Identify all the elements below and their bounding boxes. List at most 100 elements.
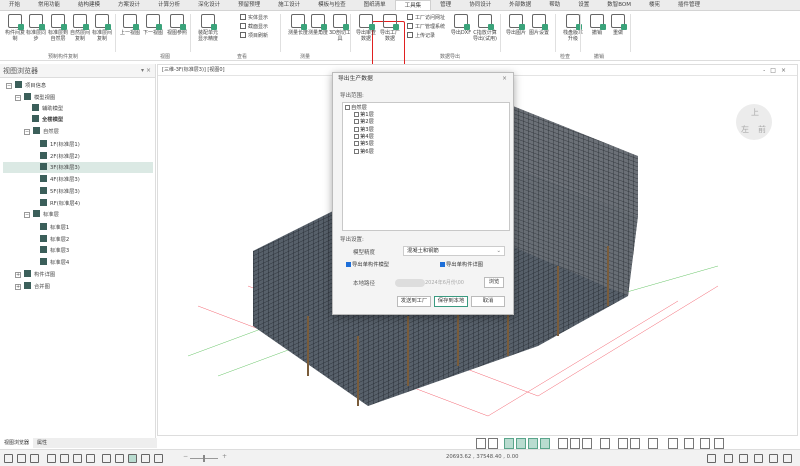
checkbox[interactable] xyxy=(345,105,350,110)
tab-properties[interactable]: 属性 xyxy=(33,438,51,448)
ribbon-small-button[interactable]: 工厂访问网址 xyxy=(407,14,445,22)
view-tool-button[interactable] xyxy=(684,438,694,449)
tab-menu[interactable]: 数智BOM xyxy=(598,0,640,10)
ribbon-button[interactable]: 标准层到自然层 xyxy=(46,14,70,42)
expand-toggle-icon[interactable]: − xyxy=(24,212,30,218)
tab-menu[interactable]: 模板与检查 xyxy=(309,0,355,10)
window-controls[interactable]: -□× xyxy=(763,65,791,76)
floor-checkbox-root[interactable]: 自然层 xyxy=(345,105,367,112)
floor-checkbox[interactable]: 第4层 xyxy=(354,133,374,141)
close-icon[interactable]: × xyxy=(146,67,151,74)
tab-menu[interactable]: 协同设计 xyxy=(460,0,500,10)
snap-tool-icon[interactable] xyxy=(739,454,748,463)
view-tool-button[interactable] xyxy=(630,438,640,449)
view-tool-button[interactable] xyxy=(648,438,658,449)
tree-node[interactable]: + 构件详图 xyxy=(15,270,55,281)
view-tool-button[interactable] xyxy=(618,438,628,449)
toolbar-icon[interactable] xyxy=(73,454,82,463)
snap-tool-icon[interactable] xyxy=(783,454,792,463)
ribbon-button[interactable]: C指放计算导出(试用) xyxy=(473,14,497,42)
tab-menu[interactable]: 管理 xyxy=(431,0,460,10)
zoom-in-button[interactable]: + xyxy=(222,453,227,460)
checkbox[interactable] xyxy=(354,133,359,139)
ribbon-button[interactable]: 图片设置 xyxy=(527,14,551,36)
precision-select[interactable]: 混凝土和钢筋 ⌄ xyxy=(403,246,505,256)
snap-tool-icon[interactable] xyxy=(707,454,716,463)
view-tool-button[interactable] xyxy=(540,438,550,449)
ribbon-button[interactable]: 导出DXF xyxy=(449,14,473,36)
ribbon-button[interactable]: 栈盘版本升级 xyxy=(561,14,585,42)
ribbon-button[interactable]: 标准层同步 xyxy=(24,14,48,42)
ribbon-small-button[interactable]: 截面显示 xyxy=(240,23,268,31)
floor-checkbox[interactable]: 第5层 xyxy=(354,141,374,148)
tree-node[interactable]: 标准层3 xyxy=(40,246,69,257)
tab-menu[interactable]: 工具集 xyxy=(394,0,432,10)
checkbox[interactable] xyxy=(354,112,359,117)
expand-toggle-icon[interactable]: − xyxy=(15,95,21,101)
ribbon-button[interactable]: 3D剖切工具 xyxy=(328,14,352,42)
floor-checkbox[interactable]: 第2层 xyxy=(354,119,374,126)
toolbar-icon[interactable] xyxy=(128,454,137,463)
toolbar-icon[interactable] xyxy=(154,454,163,463)
tree-node[interactable]: − 标准层 xyxy=(24,210,59,221)
tree-node[interactable]: 辅助模型 xyxy=(32,104,63,115)
zoom-out-button[interactable]: − xyxy=(183,453,188,460)
tree-node[interactable]: 1F(标准层1) xyxy=(40,140,80,151)
ribbon-button[interactable]: 上一视图 xyxy=(118,14,142,36)
tab-menu[interactable]: 图纸清单 xyxy=(355,0,395,10)
zoom-slider[interactable] xyxy=(190,455,218,462)
toolbar-icon[interactable] xyxy=(4,454,13,463)
tree-node[interactable]: 标准层4 xyxy=(40,258,69,269)
expand-toggle-icon[interactable]: + xyxy=(15,272,21,278)
view-tool-button[interactable] xyxy=(528,438,538,449)
view-tool-button[interactable] xyxy=(668,438,678,449)
tree-node[interactable]: 2F(标准层2) xyxy=(40,151,80,163)
tree-node[interactable]: − 项目信息 xyxy=(6,81,46,92)
view-tool-button[interactable] xyxy=(558,438,568,449)
tab-menu[interactable]: 设置 xyxy=(569,0,598,10)
ribbon-small-button[interactable]: 工厂管理系统 xyxy=(407,23,445,31)
view-tool-button[interactable] xyxy=(600,438,610,449)
ribbon-button[interactable]: 导出审查数据 xyxy=(354,14,378,42)
pin-icon[interactable]: ▾ xyxy=(141,67,144,74)
toolbar-icon[interactable] xyxy=(60,454,69,463)
tab-menu[interactable]: 楼宪 xyxy=(640,0,669,10)
tree-node[interactable]: 全楼模型 xyxy=(32,115,63,126)
tab-menu[interactable]: 常用功能 xyxy=(29,0,69,10)
tree-node[interactable]: − 模型视图 xyxy=(15,93,55,104)
export-model-checkbox[interactable]: 导出单构件模型 xyxy=(346,262,389,269)
close-icon[interactable]: × xyxy=(502,73,507,86)
floor-checkbox[interactable]: 第1层 xyxy=(354,112,374,119)
send-to-factory-button[interactable]: 发送到工厂 xyxy=(397,296,431,307)
path-input[interactable]: 2024年6月份\00 xyxy=(425,279,464,286)
ribbon-button[interactable]: 导出工厂数据 xyxy=(378,14,402,42)
view-tool-button[interactable] xyxy=(488,438,498,449)
tab-menu[interactable]: 施工设计 xyxy=(269,0,309,10)
tree-node[interactable]: 标准层1 xyxy=(40,223,69,234)
ribbon-button[interactable]: 自然层间复制 xyxy=(68,14,92,42)
toolbar-icon[interactable] xyxy=(141,454,150,463)
cancel-button[interactable]: 取消 xyxy=(471,296,505,307)
tab-menu[interactable]: 外部数据 xyxy=(500,0,540,10)
ribbon-button[interactable]: 重做 xyxy=(606,14,630,36)
view-tool-button[interactable] xyxy=(570,438,580,449)
tab-menu[interactable]: 插件管理 xyxy=(669,0,709,10)
floor-checkbox[interactable]: 第6层 xyxy=(354,148,374,156)
export-detail-checkbox[interactable]: 导出单构件详图 xyxy=(440,262,483,269)
tab-view-browser[interactable]: 视图浏览器 xyxy=(0,438,34,448)
checkbox[interactable] xyxy=(354,126,359,132)
ribbon-button[interactable]: 测量角度 xyxy=(306,14,330,36)
toolbar-icon[interactable] xyxy=(30,454,39,463)
toolbar-icon[interactable] xyxy=(102,454,111,463)
view-tool-button[interactable] xyxy=(700,438,710,449)
ribbon-small-button[interactable]: 实体显示 xyxy=(240,14,268,22)
tree-node[interactable]: 标准层2 xyxy=(40,234,69,246)
tab-menu[interactable]: 开始 xyxy=(0,0,29,10)
tab-menu[interactable]: 计算分析 xyxy=(149,0,189,10)
ribbon-button[interactable]: 下一视图 xyxy=(141,14,165,36)
toolbar-icon[interactable] xyxy=(115,454,124,463)
tab-menu[interactable]: 深化设计 xyxy=(189,0,229,10)
ribbon-button[interactable]: 装配单元显示精度 xyxy=(196,14,220,42)
floor-checkbox[interactable]: 第3层 xyxy=(354,126,374,134)
checkbox[interactable] xyxy=(354,148,359,154)
